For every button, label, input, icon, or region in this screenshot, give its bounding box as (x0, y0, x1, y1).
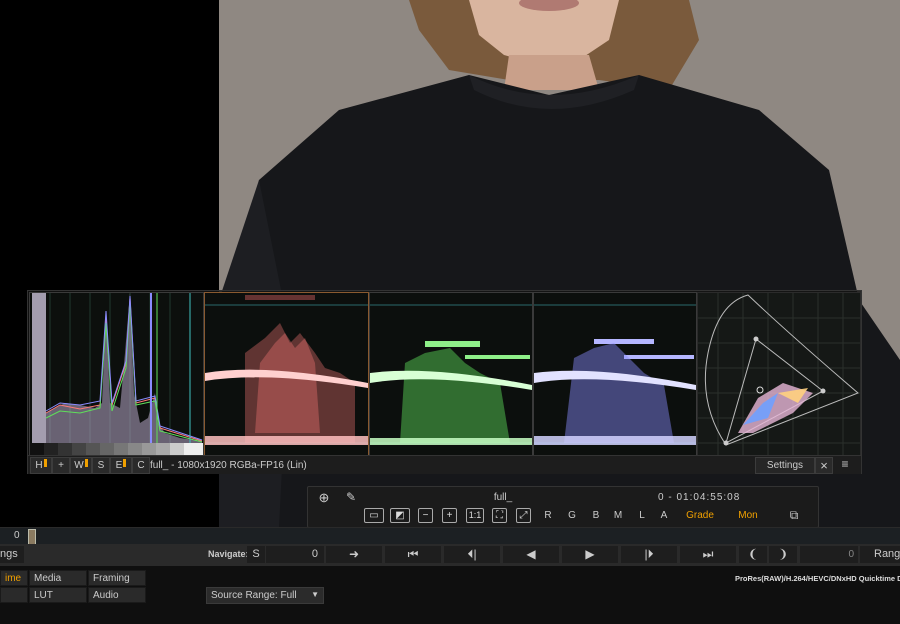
frame-input[interactable]: 0 (266, 546, 324, 563)
tab-time[interactable]: ime (0, 570, 28, 586)
tab-audio[interactable]: Audio (88, 587, 146, 603)
source-range-select[interactable]: Source Range: Full ▼ (206, 587, 324, 604)
out-frame-input[interactable]: 0 (800, 546, 858, 563)
histogram-graph (30, 293, 203, 455)
channel-r-button[interactable]: R (540, 508, 556, 523)
mark-in-icon[interactable]: ❨ (739, 546, 767, 563)
channel-l-button[interactable]: L (634, 508, 650, 523)
close-icon[interactable]: × (815, 457, 833, 474)
menu-icon[interactable]: ≡ (835, 457, 855, 472)
tab-lut[interactable]: LUT (29, 587, 87, 603)
go-to-start-icon[interactable]: ⏮ (385, 546, 441, 563)
scope-c-button[interactable]: C (132, 457, 150, 474)
source-range-value: Source Range: Full (211, 590, 297, 601)
play-icon[interactable]: ▶ (562, 546, 618, 563)
scope-source-info: full_ - 1080x1920 RGBa-FP16 (Lin) (150, 460, 307, 471)
navigate-s-button[interactable]: S (247, 546, 265, 563)
decoder-info: ProRes(RAW)/H.264/HEVC/DNxHD Quicktime D… (735, 574, 900, 583)
bottom-panel: ime Media Framing LUT Audio Source Range… (0, 566, 900, 624)
output-display-icon[interactable]: ⧉ (784, 508, 804, 523)
step-back-icon[interactable]: ⏴| (444, 546, 500, 563)
tab-media[interactable]: Media (29, 570, 87, 586)
histogram-scope[interactable] (29, 292, 204, 456)
fullscreen-icon[interactable]: ⤢ (516, 508, 531, 523)
zoom-out-icon[interactable]: − (418, 508, 433, 523)
mark-out-icon[interactable]: ❩ (769, 546, 797, 563)
step-forward-icon[interactable]: |⏵ (621, 546, 677, 563)
add-scope-button[interactable]: + (52, 457, 70, 474)
scope-e-button[interactable]: E (110, 457, 132, 474)
split-view-icon[interactable]: ▭ (364, 508, 384, 523)
cie-chromaticity-scope[interactable] (697, 292, 861, 456)
red-waveform-graph (205, 295, 368, 445)
timeline-bar[interactable]: 0 (0, 527, 900, 545)
red-waveform-scope[interactable] (204, 292, 369, 456)
chevron-down-icon: ▼ (311, 590, 319, 599)
green-waveform-graph (370, 304, 532, 445)
pencil-icon[interactable]: ✎ (343, 490, 359, 505)
channel-m-button[interactable]: M (610, 508, 626, 523)
cie-chromaticity-graph (698, 293, 860, 455)
go-to-end-icon[interactable]: ⏭ (680, 546, 736, 563)
active-marker (43, 459, 47, 467)
active-marker (84, 459, 88, 467)
scopes-toolbar: H + W S E C full_ - 1080x1920 RGBa-FP16 … (28, 455, 861, 474)
navigate-label: Navigate: (208, 549, 249, 559)
channel-b-button[interactable]: B (588, 508, 604, 523)
grade-button[interactable]: Grade (678, 508, 722, 523)
wipe-icon[interactable]: ◩ (390, 508, 410, 523)
histogram-toggle-button[interactable]: H (30, 457, 52, 474)
monitor-button[interactable]: Mon (728, 508, 768, 523)
blue-waveform-scope[interactable] (533, 292, 697, 456)
scope-settings-button[interactable]: Settings (755, 457, 815, 474)
clip-name: full_ (493, 492, 513, 503)
zoom-in-icon[interactable]: + (442, 508, 457, 523)
tab-blank[interactable] (0, 587, 28, 603)
blue-waveform-graph (534, 304, 696, 445)
navigation-bar: ngs Navigate: S 0 ➜ ⏮ ⏴| ◀ ▶ |⏵ ⏭ ❨ ❩ 0 … (0, 544, 900, 566)
scope-s-button[interactable]: S (92, 457, 110, 474)
viewer-toolbar: ⊕ ✎ full_ 0 - 01:04:55:08 ▭ ◩ − + 1:1 ⛶ … (307, 486, 819, 528)
tab-framing[interactable]: Framing (88, 570, 146, 586)
channel-a-button[interactable]: A (656, 508, 672, 523)
play-reverse-icon[interactable]: ◀ (503, 546, 559, 563)
active-marker (123, 459, 127, 467)
timecode-display: 0 - 01:04:55:08 (658, 492, 741, 503)
green-waveform-scope[interactable] (369, 292, 533, 456)
waveform-toggle-button[interactable]: W (70, 457, 92, 474)
globe-icon[interactable]: ⊕ (316, 490, 332, 505)
playhead-handle[interactable] (28, 529, 36, 545)
range-button[interactable]: Range (860, 546, 900, 563)
zoom-one-to-one-button[interactable]: 1:1 (466, 508, 484, 523)
channel-g-button[interactable]: G (564, 508, 580, 523)
scopes-panel[interactable]: H + W S E C full_ - 1080x1920 RGBa-FP16 … (27, 290, 862, 474)
timeline-frame-number: 0 (14, 530, 20, 541)
go-arrow-icon[interactable]: ➜ (326, 546, 382, 563)
fit-frame-icon[interactable]: ⛶ (492, 508, 507, 523)
settings-tab[interactable]: ngs (0, 546, 24, 563)
